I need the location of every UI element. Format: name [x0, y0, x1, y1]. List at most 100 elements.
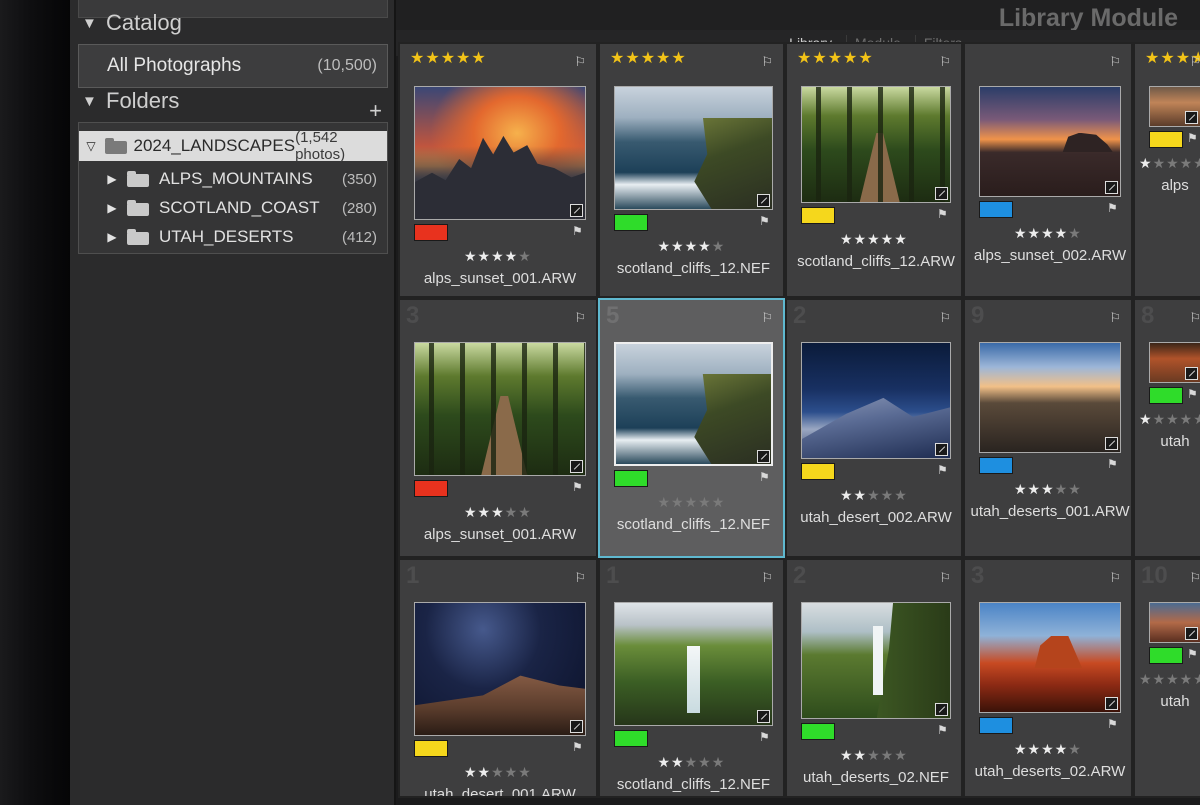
add-folder-plus-icon[interactable]: +	[369, 98, 382, 124]
photo-thumbnail[interactable]	[614, 342, 773, 466]
folder-row-alps[interactable]: ▶ ALPS_MOUNTAINS (350)	[79, 165, 387, 193]
pick-flag-icon[interactable]: ⚑	[1107, 201, 1118, 215]
star-rating[interactable]: ★★★★★	[464, 504, 532, 521]
pick-flag-icon[interactable]: ⚑	[572, 740, 583, 754]
photo-thumbnail[interactable]	[979, 86, 1121, 197]
color-label-red[interactable]	[414, 224, 448, 241]
catalog-section-header[interactable]: ▼ Catalog	[82, 10, 182, 36]
star-rating[interactable]: ★★★★★	[840, 231, 908, 248]
color-label-yellow[interactable]	[801, 463, 835, 480]
color-label-blue[interactable]	[979, 201, 1013, 218]
quick-collection-icon[interactable]: ⚐	[1109, 570, 1121, 586]
star-rating[interactable]: ★★★★★	[1139, 411, 1200, 428]
folder-root-row[interactable]: ▽ 2024_LANDSCAPES (1,542 photos)	[79, 129, 387, 163]
quick-collection-icon[interactable]: ⚐	[1189, 310, 1200, 326]
color-label-green[interactable]	[1149, 647, 1183, 664]
star-rating[interactable]: ★★★★★	[1014, 225, 1082, 242]
photo-thumbnail[interactable]	[801, 602, 951, 719]
pick-flag-icon[interactable]: ⚑	[1187, 387, 1198, 401]
folder-row-scotland[interactable]: ▶ SCOTLAND_COAST (280)	[79, 194, 387, 222]
pick-flag-icon[interactable]: ⚑	[572, 224, 583, 238]
expand-triangle-icon[interactable]: ▶	[105, 230, 119, 244]
color-label-green[interactable]	[614, 730, 648, 747]
thumbnail-cell[interactable]: ⚐ ⚑ ★★★★★ alps_sunset_002.ARW	[963, 42, 1133, 298]
quick-collection-icon[interactable]: ⚐	[939, 54, 951, 70]
color-label-yellow[interactable]	[1149, 131, 1183, 148]
quick-collection-icon[interactable]: ⚐	[761, 310, 773, 326]
star-rating[interactable]: ★★★★★	[1014, 741, 1082, 758]
star-rating[interactable]: ★★★★★	[840, 747, 908, 764]
pick-flag-icon[interactable]: ⚑	[759, 470, 770, 484]
thumbnail-cell[interactable]: 9 ⚐ ⚑ ★★★★★ utah_deserts_001.ARW	[963, 298, 1133, 558]
quick-collection-icon[interactable]: ⚐	[1109, 310, 1121, 326]
expand-triangle-icon[interactable]: ▶	[105, 172, 119, 186]
photo-thumbnail[interactable]	[614, 86, 773, 210]
collapse-triangle-icon[interactable]: ▼	[82, 15, 97, 32]
photo-thumbnail[interactable]	[979, 602, 1121, 713]
quick-collection-icon[interactable]: ⚐	[574, 54, 586, 70]
thumbnail-cell[interactable]: 5 ⚐ ⚑ ★★★★★ scotland_cliffs_12.NEF	[598, 298, 785, 558]
quick-collection-icon[interactable]: ⚐	[574, 570, 586, 586]
folder-row-utah[interactable]: ▶ UTAH_DESERTS (412)	[79, 223, 387, 251]
all-photographs-row[interactable]: All Photographs (10,500)	[78, 44, 388, 88]
thumbnail-cell[interactable]: 8 ⚐ ⚑ ★★★★★ utah	[1133, 298, 1200, 558]
star-rating[interactable]: ★★★★★	[464, 248, 532, 265]
quick-collection-icon[interactable]: ⚐	[1109, 54, 1121, 70]
folders-section-header[interactable]: ▼ Folders	[82, 88, 179, 114]
color-label-green[interactable]	[1149, 387, 1183, 404]
star-rating[interactable]: ★★★★★	[464, 764, 532, 781]
thumbnail-cell[interactable]: 3 ⚐ ⚑ ★★★★★ alps_sunset_001.ARW	[398, 298, 598, 558]
quick-collection-icon[interactable]: ⚐	[574, 310, 586, 326]
star-rating[interactable]: ★★★★★	[658, 494, 726, 511]
quick-collection-icon[interactable]: ⚐	[939, 570, 951, 586]
star-rating[interactable]: ★★★★★	[1014, 481, 1082, 498]
pick-flag-icon[interactable]: ⚑	[759, 730, 770, 744]
pick-flag-icon[interactable]: ⚑	[572, 480, 583, 494]
thumbnail-cell[interactable]: ★★★★ ⚐ ⚑ ★★★★★ alps	[1133, 42, 1200, 298]
thumbnail-cell[interactable]: ★★★★★ ⚐ ⚑ ★★★★★ scotland_cliffs_12.ARW	[785, 42, 963, 298]
photo-thumbnail[interactable]	[614, 602, 773, 726]
star-rating[interactable]: ★★★★★	[1139, 155, 1200, 172]
pick-flag-icon[interactable]: ⚑	[937, 723, 948, 737]
star-rating[interactable]: ★★★★★	[658, 754, 726, 771]
color-label-green[interactable]	[614, 470, 648, 487]
thumbnail-cell[interactable]: ★★★★★ ⚐ ⚑ ★★★★★ alps_sunset_001.ARW	[398, 42, 598, 298]
photo-thumbnail[interactable]	[414, 342, 586, 476]
photo-thumbnail[interactable]	[801, 86, 951, 203]
photo-thumbnail[interactable]	[414, 86, 586, 220]
quick-collection-icon[interactable]: ⚐	[761, 570, 773, 586]
thumbnail-cell[interactable]: 10 ⚐ ⚑ ★★★★★ utah	[1133, 558, 1200, 798]
quick-collection-icon[interactable]: ⚐	[939, 310, 951, 326]
pick-flag-icon[interactable]: ⚑	[1187, 647, 1198, 661]
quick-collection-icon[interactable]: ⚐	[761, 54, 773, 70]
color-label-green[interactable]	[801, 723, 835, 740]
color-label-red[interactable]	[414, 480, 448, 497]
expand-triangle-icon[interactable]: ▶	[105, 201, 119, 215]
quick-collection-icon[interactable]: ⚐	[1189, 54, 1200, 70]
pick-flag-icon[interactable]: ⚑	[1187, 131, 1198, 145]
pick-flag-icon[interactable]: ⚑	[937, 463, 948, 477]
thumbnail-cell[interactable]: 2 ⚐ ⚑ ★★★★★ utah_deserts_02.NEF	[785, 558, 963, 798]
color-label-yellow[interactable]	[801, 207, 835, 224]
photo-thumbnail[interactable]	[979, 342, 1121, 453]
pick-flag-icon[interactable]: ⚑	[1107, 717, 1118, 731]
color-label-green[interactable]	[614, 214, 648, 231]
thumbnail-cell[interactable]: ★★★★★ ⚐ ⚑ ★★★★★ scotland_cliffs_12.NEF	[598, 42, 785, 298]
thumbnail-cell[interactable]: 1 ⚐ ⚑ ★★★★★ scotland_cliffs_12.NEF	[598, 558, 785, 798]
quick-collection-icon[interactable]: ⚐	[1189, 570, 1200, 586]
color-label-blue[interactable]	[979, 457, 1013, 474]
color-label-yellow[interactable]	[414, 740, 448, 757]
thumbnail-cell[interactable]: 3 ⚐ ⚑ ★★★★★ utah_deserts_02.ARW	[963, 558, 1133, 798]
star-rating[interactable]: ★★★★★	[1139, 671, 1200, 688]
photo-thumbnail[interactable]	[414, 602, 586, 736]
photo-thumbnail[interactable]	[801, 342, 951, 459]
thumbnail-cell[interactable]: 1 ⚐ ⚑ ★★★★★ utah_desert_001.ARW	[398, 558, 598, 798]
pick-flag-icon[interactable]: ⚑	[1107, 457, 1118, 471]
collapse-triangle-icon[interactable]: ▼	[82, 93, 97, 110]
pick-flag-icon[interactable]: ⚑	[759, 214, 770, 228]
pick-flag-icon[interactable]: ⚑	[937, 207, 948, 221]
star-rating[interactable]: ★★★★★	[658, 238, 726, 255]
thumbnail-cell[interactable]: 2 ⚐ ⚑ ★★★★★ utah_desert_002.ARW	[785, 298, 963, 558]
color-label-blue[interactable]	[979, 717, 1013, 734]
star-rating[interactable]: ★★★★★	[840, 487, 908, 504]
